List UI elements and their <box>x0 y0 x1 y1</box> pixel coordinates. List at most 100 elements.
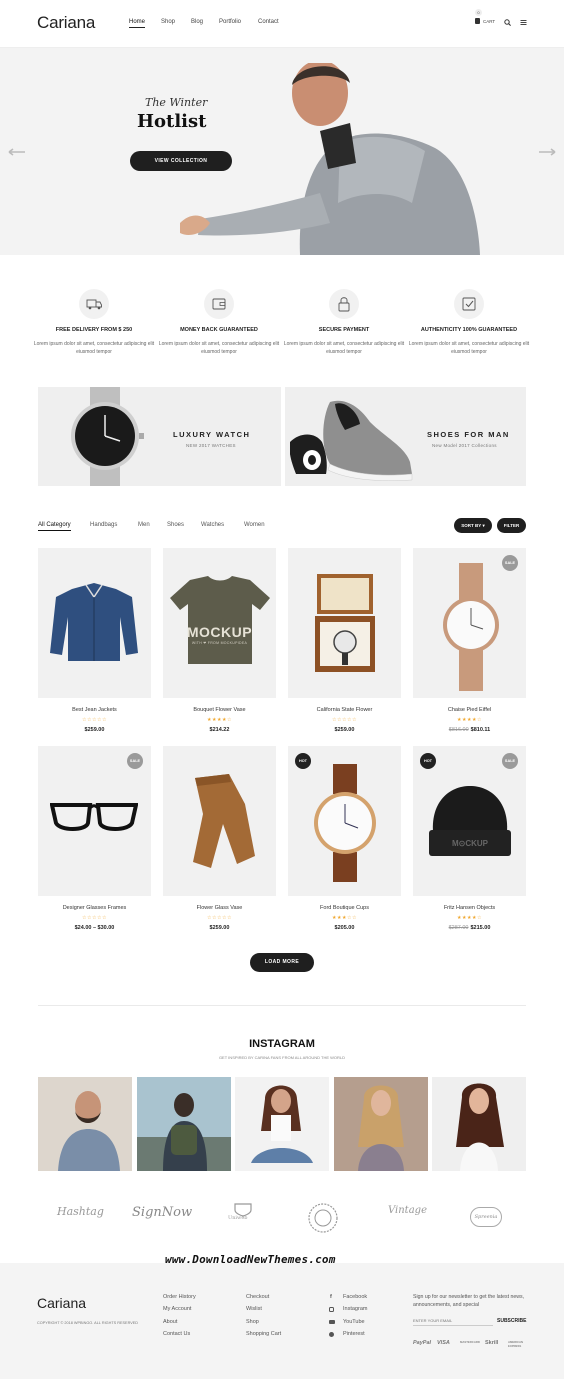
pinterest-icon[interactable] <box>329 1332 334 1337</box>
instagram-photo[interactable] <box>334 1077 428 1171</box>
instagram-subtitle: GET INSPIRED BY CARINA FANS FROM ALL ARO… <box>218 1055 346 1060</box>
footer-link[interactable]: Contact Us <box>163 1331 190 1337</box>
skrill-icon: Skrill <box>485 1340 499 1346</box>
footer-link[interactable]: Shopping Cart <box>246 1331 281 1337</box>
rating-stars: ★★★☆☆ <box>332 915 357 921</box>
site-footer: Cariana COPYRIGHT © 2018 WPBINGO. ALL RI… <box>0 1263 564 1379</box>
product-name[interactable]: Designer Glasses Frames <box>38 905 151 911</box>
product-card[interactable] <box>288 548 401 698</box>
product-name[interactable]: Best Jean Jackets <box>38 707 151 713</box>
truck-icon <box>79 289 109 319</box>
filter-women[interactable]: Women <box>244 522 265 528</box>
newsletter-email-input[interactable] <box>413 1316 493 1326</box>
watch-box-image <box>315 574 375 672</box>
instagram-photo[interactable] <box>137 1077 231 1171</box>
divider <box>38 1005 526 1006</box>
instagram-photo[interactable] <box>432 1077 526 1171</box>
footer-link[interactable]: About <box>163 1319 177 1325</box>
rating-stars: ★★★★☆ <box>457 717 482 723</box>
filter-button[interactable]: FILTER <box>497 518 526 533</box>
brand-logo[interactable]: Hashtag <box>57 1205 104 1218</box>
old-price: $287.00 <box>448 925 469 931</box>
page: Cariana Home Shop Blog Portfolio Contact… <box>0 0 564 1379</box>
beanie-image: M⊙CKUP <box>429 786 511 856</box>
footer-link[interactable]: Wislist <box>246 1306 262 1312</box>
tshirt-image <box>170 576 270 664</box>
instagram-photo[interactable] <box>38 1077 132 1171</box>
product-card[interactable]: M⊙CKUP HOT SALE <box>413 746 526 896</box>
hero-slider: The Winter Hotlist VIEW COLLECTION <box>0 48 564 255</box>
copyright: COPYRIGHT © 2018 WPBINGO. ALL RIGHTS RES… <box>37 1321 139 1325</box>
product-card[interactable]: HOT <box>288 746 401 896</box>
feature-title: SECURE PAYMENT <box>318 327 370 333</box>
arrow-right-icon[interactable] <box>538 148 556 156</box>
menu-icon[interactable] <box>520 19 527 26</box>
cart-label[interactable]: CART <box>483 19 495 24</box>
rating-stars: ★★★★☆ <box>457 915 482 921</box>
filter-shoes[interactable]: Shoes <box>167 522 184 528</box>
nav-contact[interactable]: Contact <box>258 19 279 25</box>
product-name[interactable]: Bouquet Flower Vase <box>163 707 276 713</box>
product-card[interactable]: SALE <box>38 746 151 896</box>
nav-home[interactable]: Home <box>129 19 146 28</box>
product-name[interactable]: California State Flower <box>288 707 401 713</box>
filter-all-category[interactable]: All Category <box>38 522 71 531</box>
social-link[interactable]: Pinterest <box>343 1331 365 1337</box>
arrow-left-icon[interactable] <box>8 148 26 156</box>
search-icon[interactable] <box>504 19 511 26</box>
footer-link[interactable]: Order History <box>163 1294 196 1300</box>
product-name[interactable]: Fritz Hansen Objects <box>413 905 526 911</box>
footer-link[interactable]: Checkout <box>246 1294 269 1300</box>
product-name[interactable]: Flower Glass Vase <box>163 905 276 911</box>
brand-logo[interactable]: Spreenia <box>470 1207 502 1227</box>
instagram-photo[interactable] <box>235 1077 329 1171</box>
hot-badge: HOT <box>420 753 436 769</box>
filter-men[interactable]: Men <box>138 522 150 528</box>
footer-link[interactable]: Shop <box>246 1319 259 1325</box>
youtube-icon[interactable] <box>329 1320 335 1324</box>
brand-logo[interactable]: SignNow <box>132 1205 192 1220</box>
sort-by-button[interactable]: SORT BY ▾ <box>454 518 492 533</box>
paypal-icon: PayPal <box>413 1340 432 1346</box>
feature-text: Lorem ipsum dolor sit amet, consectetur … <box>283 341 405 355</box>
nav-portfolio[interactable]: Portfolio <box>219 19 241 25</box>
banner-title: SHOES FOR MAN <box>427 430 510 439</box>
subscribe-button[interactable]: SUBSCRIBE <box>497 1318 526 1324</box>
product-name[interactable]: Chaise Pied Eiffel <box>413 707 526 713</box>
social-link[interactable]: Instagram <box>343 1306 367 1312</box>
banner-subtitle: NEW 2017 WATCHES <box>186 443 236 448</box>
logo[interactable]: Cariana <box>37 13 95 33</box>
banner-luxury-watch[interactable]: LUXURY WATCH NEW 2017 WATCHES <box>38 387 281 486</box>
social-link[interactable]: Facebook <box>343 1294 367 1300</box>
sale-badge: SALE <box>127 753 143 769</box>
footer-link[interactable]: My Account <box>163 1306 191 1312</box>
sale-badge: SALE <box>502 555 518 571</box>
filter-watches[interactable]: Watches <box>201 522 224 528</box>
newsletter-text: Sign up for our newsletter to get the la… <box>413 1294 525 1308</box>
filter-handbags[interactable]: Handbags <box>90 522 117 528</box>
brand-logo[interactable]: Vintage <box>388 1205 427 1216</box>
social-link[interactable]: YouTube <box>343 1319 365 1325</box>
feature-title: AUTHENTICITY 100% GUARANTEED <box>420 327 518 333</box>
footer-logo[interactable]: Cariana <box>37 1295 86 1311</box>
nav-blog[interactable]: Blog <box>191 19 203 25</box>
cart-count: 0 <box>475 9 482 16</box>
banner-shoes[interactable]: SHOES FOR MAN New Model 2017 Collections <box>285 387 526 486</box>
load-more-button[interactable]: LOAD MORE <box>250 953 314 972</box>
product-card[interactable] <box>163 746 276 896</box>
visa-icon: VISA <box>437 1340 450 1346</box>
facebook-icon[interactable]: f <box>330 1294 332 1300</box>
instagram-icon[interactable] <box>329 1307 334 1312</box>
price: $205.00 <box>334 925 355 931</box>
product-price: $259.00 <box>38 727 151 733</box>
hero-model-image <box>180 63 480 255</box>
svg-text:M⊙CKUP: M⊙CKUP <box>452 839 489 848</box>
product-card[interactable]: SALE <box>413 548 526 698</box>
cart-icon[interactable] <box>475 18 480 24</box>
product-name[interactable]: Ford Boutique Cups <box>288 905 401 911</box>
nav-shop[interactable]: Shop <box>161 19 175 25</box>
shield-icon <box>234 1203 252 1217</box>
product-card[interactable] <box>38 548 151 698</box>
product-card[interactable]: MOCKUP WITH ❤ FROM MOCKUPIDEA <box>163 548 276 698</box>
wallet-icon <box>204 289 234 319</box>
